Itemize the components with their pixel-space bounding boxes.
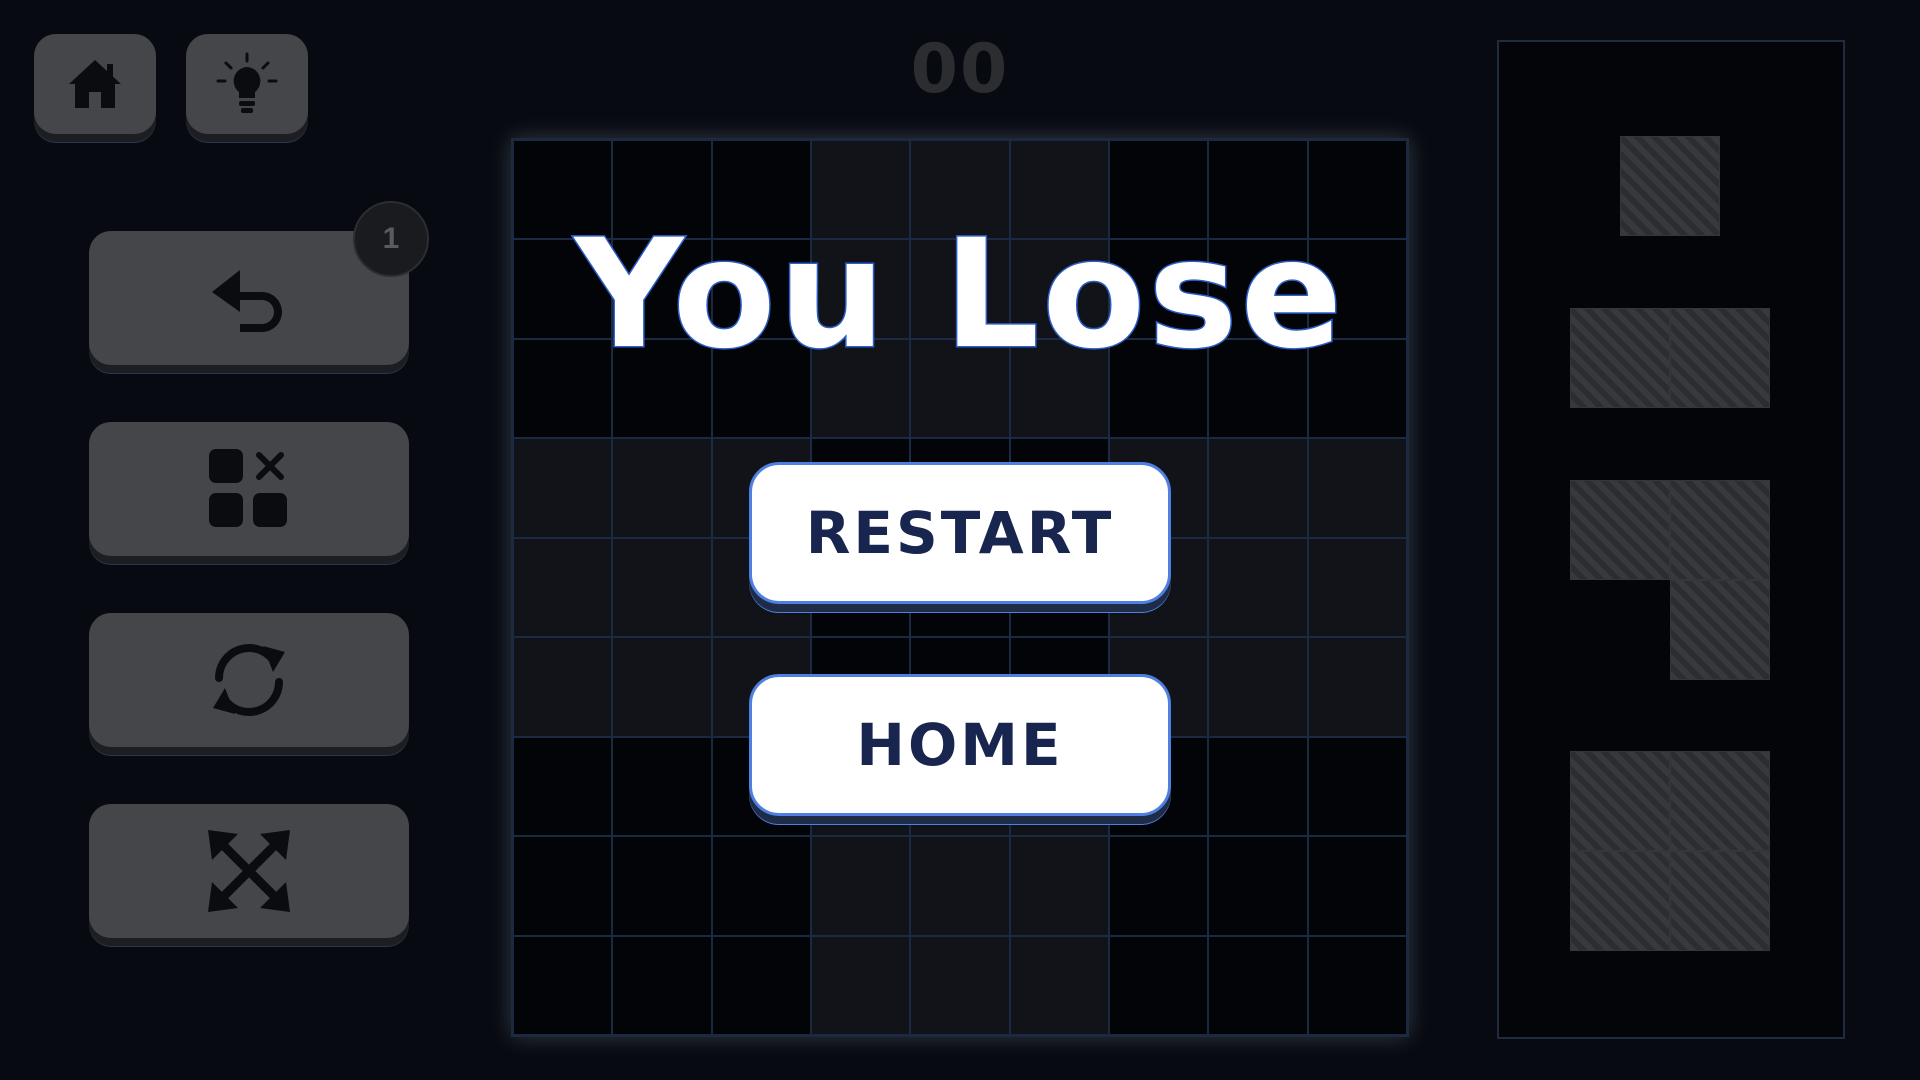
expand-icon	[208, 830, 290, 912]
lose-title: You Lose	[573, 207, 1346, 384]
piece-cell	[1570, 480, 1670, 580]
rotate-button[interactable]	[89, 613, 409, 747]
undo-icon	[212, 270, 282, 332]
expand-button[interactable]	[89, 804, 409, 938]
piece-cell	[1670, 851, 1770, 951]
piece-cell	[1570, 308, 1670, 408]
rotate-icon	[213, 644, 285, 716]
lightbulb-icon	[216, 52, 278, 113]
hint-button[interactable]	[186, 34, 308, 134]
piece-cell	[1670, 580, 1770, 680]
score-display: 00	[910, 30, 1010, 109]
lose-overlay: You Lose RESTART HOME	[511, 138, 1409, 1037]
piece-cell	[1620, 136, 1720, 236]
piece-tray	[1497, 40, 1845, 1039]
piece-cell	[1570, 851, 1670, 951]
piece-cell	[1670, 751, 1770, 851]
restart-button[interactable]: RESTART	[749, 462, 1171, 604]
piece-cell	[1570, 751, 1670, 851]
home-button[interactable]	[34, 34, 156, 134]
undo-count-badge: 1	[353, 201, 429, 277]
home-menu-button[interactable]: HOME	[749, 674, 1171, 816]
remove-block-icon	[209, 449, 287, 527]
piece-cell	[1670, 308, 1770, 408]
remove-block-button[interactable]	[89, 422, 409, 556]
undo-count: 1	[382, 222, 400, 255]
home-icon	[69, 60, 121, 108]
piece-cell	[1670, 480, 1770, 580]
